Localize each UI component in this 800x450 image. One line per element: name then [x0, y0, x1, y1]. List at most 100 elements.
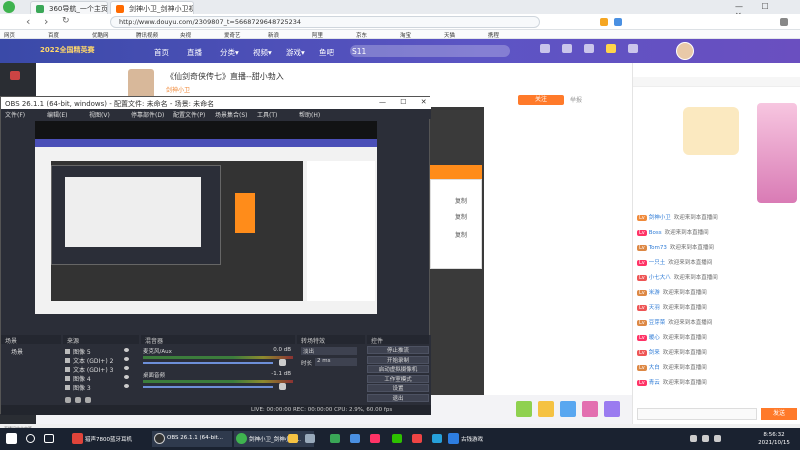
gift-icon[interactable] [582, 401, 598, 417]
obs-control-button[interactable]: 开始录制 [367, 355, 429, 364]
obs-menu-item[interactable]: 场景集合(S) [215, 110, 248, 119]
promo-banner[interactable] [757, 103, 797, 203]
add-icon[interactable] [65, 397, 71, 403]
bookmark-item[interactable]: 淘宝 [400, 31, 411, 39]
bookmark-item[interactable]: 新浪 [268, 31, 279, 39]
obs-window-controls[interactable]: — ☐ ✕ [379, 98, 433, 106]
nav-link[interactable]: 游戏▾ [286, 47, 305, 58]
dialog-line-3[interactable]: 复制 [455, 230, 467, 239]
app-icon[interactable] [432, 434, 442, 443]
speaker-icon[interactable] [279, 383, 286, 390]
bookmark-item[interactable]: 爱奇艺 [224, 31, 241, 39]
gear-icon[interactable] [85, 397, 91, 403]
url-field[interactable]: http://www.douyu.com/2309807_t=566872964… [110, 16, 540, 28]
refresh-icon[interactable]: ↻ [62, 16, 70, 26]
site-logo[interactable]: 2022全国精英赛 [40, 45, 124, 57]
gift-icon[interactable] [604, 401, 620, 417]
chat-username[interactable]: 剑神小卫 [649, 215, 671, 221]
history-icon[interactable] [540, 44, 550, 53]
bookmark-item[interactable]: 携程 [488, 31, 499, 39]
duration-field[interactable]: 2 ms [315, 358, 357, 366]
obs-menu-item[interactable]: 帮助(H) [299, 110, 320, 119]
obs-menu-item[interactable]: 编辑(E) [47, 110, 67, 119]
app-icon[interactable] [350, 434, 360, 443]
search-icon[interactable] [26, 434, 35, 443]
volume-slider[interactable] [143, 362, 273, 364]
obs-menu-item[interactable]: 工具(T) [257, 110, 277, 119]
nav-link[interactable]: 分类▾ [220, 47, 239, 58]
source-item[interactable]: 文本 (GDI+) 2 [65, 356, 135, 365]
source-item[interactable]: 图像 3 [65, 383, 135, 392]
menu-icon[interactable] [780, 18, 788, 26]
visibility-icon[interactable] [124, 375, 129, 379]
ime-icon[interactable] [714, 435, 721, 442]
chat-username[interactable]: 米游 [649, 290, 660, 296]
source-item[interactable]: 文本 (GDI+) 3 [65, 365, 135, 374]
app-icon[interactable] [370, 434, 380, 443]
tab-douyu[interactable]: 剑神小卫_剑神小卫视频/时刻 [110, 1, 194, 14]
app-icon[interactable] [330, 434, 340, 443]
source-item[interactable]: 图像 5 [65, 347, 135, 356]
bookmark-item[interactable]: 网页 [4, 31, 15, 39]
obs-control-button[interactable]: 设置 [367, 384, 429, 392]
streamer-name[interactable]: 剑神小卫 [166, 85, 190, 94]
search-input[interactable] [350, 45, 510, 57]
gift-icon[interactable] [538, 401, 554, 417]
app-icon[interactable] [412, 434, 422, 443]
taskbar-item-game[interactable]: 古钱游戏 [446, 431, 516, 447]
dialog-line-1[interactable]: 复制 [455, 196, 467, 205]
gift-icon[interactable] [606, 44, 616, 53]
extension-icon[interactable] [600, 18, 608, 26]
obs-control-button[interactable]: 退出 [367, 393, 429, 402]
visibility-icon[interactable] [124, 357, 129, 361]
nav-link[interactable]: 视频▾ [253, 47, 272, 58]
obs-menu-item[interactable]: 配置文件(P) [173, 110, 205, 119]
bookmark-item[interactable]: 优酷网 [92, 31, 109, 39]
bookmark-item[interactable]: 天猫 [444, 31, 455, 39]
obs-control-button[interactable]: 工作室模式 [367, 374, 429, 383]
taskbar-item-browser[interactable]: 剑神小卫_剑神小卫... [234, 431, 314, 447]
forward-icon[interactable]: › [44, 15, 48, 28]
bookmark-item[interactable]: 百度 [48, 31, 59, 39]
tab-360[interactable]: 360导航_一个主页，整个世界 [30, 1, 108, 14]
chat-username[interactable]: 天羽 [649, 305, 660, 311]
chat-username[interactable]: 青云 [649, 380, 660, 386]
obs-control-button[interactable]: 启动虚拟摄像机 [367, 365, 429, 373]
obs-preview[interactable] [35, 121, 377, 314]
visibility-icon[interactable] [124, 348, 129, 352]
chat-username[interactable]: 大白 [649, 365, 660, 371]
user-avatar[interactable] [676, 42, 694, 60]
scene-item[interactable]: 场景 [11, 347, 23, 356]
wechat-icon[interactable] [392, 434, 402, 443]
remove-icon[interactable] [75, 397, 81, 403]
chat-username[interactable]: 一只土 [649, 260, 666, 266]
download-icon[interactable] [562, 44, 572, 53]
chat-username[interactable]: 豆芽菜 [649, 320, 666, 326]
visibility-icon[interactable] [124, 366, 129, 370]
obs-menu-item[interactable]: 停靠部件(D) [131, 110, 164, 119]
dialog-line-2[interactable]: 复制 [455, 212, 467, 221]
follow-button[interactable]: 关注 [518, 95, 564, 105]
follow-icon[interactable] [584, 44, 594, 53]
source-item[interactable]: 图像 4 [65, 374, 135, 383]
send-button[interactable]: 发送 [761, 408, 797, 420]
volume-icon[interactable] [702, 435, 709, 442]
clock[interactable]: 8:56:32 2021/10/15 [752, 431, 796, 447]
message-icon[interactable] [628, 44, 638, 53]
task-view-icon[interactable] [44, 434, 54, 443]
transition-select[interactable]: 淡出 [301, 347, 357, 355]
nav-link[interactable]: 首页 [154, 47, 169, 58]
gift-icon[interactable] [516, 401, 532, 417]
nav-link[interactable]: 鱼吧 [319, 47, 334, 58]
chat-username[interactable]: 小七大八 [649, 275, 671, 281]
bookmark-item[interactable]: 京东 [356, 31, 367, 39]
chat-username[interactable]: 剑来 [649, 350, 660, 356]
chat-username[interactable]: 暖心 [649, 335, 660, 341]
speaker-icon[interactable] [279, 359, 286, 366]
folder-icon[interactable] [288, 434, 298, 443]
network-icon[interactable] [690, 435, 697, 442]
obs-control-button[interactable]: 停止推流 [367, 346, 429, 354]
back-icon[interactable]: ‹ [26, 15, 30, 28]
obs-menu-item[interactable]: 文件(F) [5, 110, 25, 119]
report-link[interactable]: 举报 [570, 95, 582, 104]
